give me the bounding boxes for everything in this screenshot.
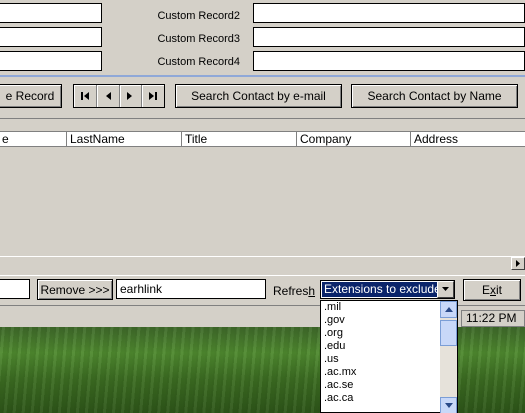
search-by-name-button[interactable]: Search Contact by Name bbox=[351, 84, 518, 108]
custom-record3-label: Custom Record3 bbox=[157, 33, 240, 45]
next-record-icon[interactable] bbox=[120, 85, 143, 107]
custom-record2-field[interactable] bbox=[253, 3, 525, 23]
section-divider bbox=[0, 75, 525, 77]
remove-button[interactable]: Remove >>> bbox=[37, 279, 113, 300]
combo-selected-value: Extensions to exclude bbox=[322, 282, 437, 297]
extensions-combo[interactable]: Extensions to exclude bbox=[320, 280, 455, 299]
field-left-3[interactable] bbox=[0, 51, 102, 71]
col-firstname[interactable]: e bbox=[0, 132, 66, 146]
grid-body[interactable] bbox=[0, 148, 525, 256]
left-input[interactable] bbox=[0, 279, 30, 299]
scroll-thumb[interactable] bbox=[440, 320, 457, 346]
first-record-icon[interactable] bbox=[74, 85, 97, 107]
dropdown-option[interactable]: .ac.se bbox=[321, 379, 441, 392]
refresh-link[interactable]: Refresh bbox=[273, 284, 315, 298]
record-button[interactable]: e Record bbox=[0, 84, 62, 108]
record-navigator bbox=[73, 84, 165, 108]
status-time: 11:22 PM bbox=[461, 310, 525, 327]
extensions-dropdown[interactable]: .mil .gov .org .edu .us .ac.mx .ac.se .ac.ca bbox=[320, 300, 458, 413]
prev-record-icon[interactable] bbox=[97, 85, 120, 107]
refresh-accel: h bbox=[308, 284, 316, 298]
custom-record3-field[interactable] bbox=[253, 27, 525, 47]
dropdown-option[interactable]: .mil bbox=[321, 301, 441, 314]
app-window: Custom Record2 Custom Record3 Custom Rec… bbox=[0, 0, 525, 310]
col-address[interactable]: Address bbox=[410, 132, 525, 146]
dropdown-option[interactable]: .ac.ca bbox=[321, 392, 441, 405]
scroll-up-icon[interactable] bbox=[440, 301, 457, 318]
custom-record4-label: Custom Record4 bbox=[157, 56, 240, 68]
exit-button[interactable]: Ex it bbox=[463, 279, 521, 301]
dropdown-list: .mil .gov .org .edu .us .ac.mx .ac.se .ac.ca bbox=[321, 301, 441, 413]
grid-horizontal-scrollbar[interactable] bbox=[0, 256, 525, 270]
custom-record2-label: Custom Record2 bbox=[157, 10, 240, 22]
exit-label-pre: E bbox=[481, 283, 490, 297]
dropdown-option[interactable]: .ac.mx bbox=[321, 366, 441, 379]
dropdown-scrollbar[interactable] bbox=[440, 301, 457, 413]
field-left-1[interactable] bbox=[0, 3, 102, 23]
dropdown-option[interactable]: .edu bbox=[321, 340, 441, 353]
grid-header: e LastName Title Company Address bbox=[0, 131, 525, 147]
col-lastname[interactable]: LastName bbox=[66, 132, 181, 146]
refresh-label: Refres bbox=[273, 284, 309, 298]
search-by-email-button[interactable]: Search Contact by e-mail bbox=[175, 84, 342, 108]
exclude-filter-input[interactable]: earhlink bbox=[116, 279, 266, 299]
exit-label-post: it bbox=[496, 283, 502, 297]
custom-record4-field[interactable] bbox=[253, 51, 525, 71]
contacts-grid[interactable]: e LastName Title Company Address bbox=[0, 118, 525, 270]
scroll-right-icon[interactable] bbox=[511, 257, 525, 270]
dropdown-option[interactable]: .org bbox=[321, 327, 441, 340]
dropdown-option[interactable]: .gov bbox=[321, 314, 441, 327]
last-record-icon[interactable] bbox=[142, 85, 164, 107]
col-company[interactable]: Company bbox=[296, 132, 410, 146]
dropdown-option[interactable]: .us bbox=[321, 353, 441, 366]
col-title[interactable]: Title bbox=[181, 132, 296, 146]
chevron-down-icon[interactable] bbox=[437, 281, 454, 298]
field-left-2[interactable] bbox=[0, 27, 102, 47]
scroll-down-icon[interactable] bbox=[440, 397, 457, 413]
